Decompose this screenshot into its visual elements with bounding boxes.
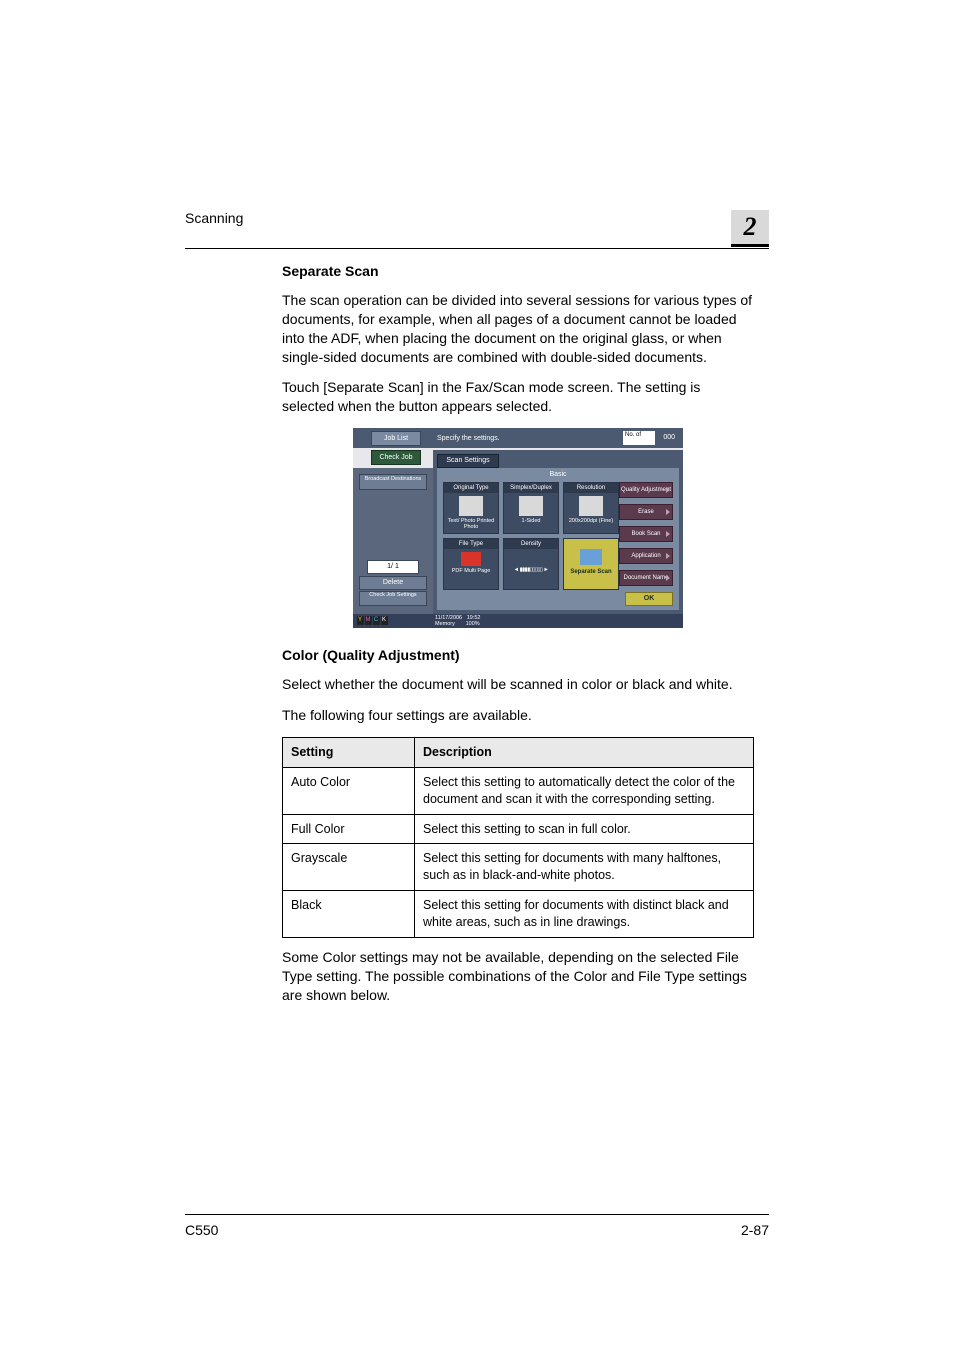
- cell-header: File Type: [444, 539, 498, 549]
- cell-header: Simplex/Duplex: [504, 483, 558, 493]
- density-button[interactable]: Density ◄ ▮▮▮▮▯▯▯▯▯ ►: [503, 538, 559, 590]
- page-indicator: 1/ 1: [367, 560, 419, 574]
- datetime-block: 11/17/2006 19:52 Memory 100%: [435, 615, 480, 627]
- setting-desc: Select this setting to scan in full colo…: [415, 814, 754, 844]
- resolution-icon: [579, 496, 603, 516]
- paragraph: Select whether the document will be scan…: [282, 675, 754, 694]
- memory-value: 100%: [466, 621, 480, 627]
- application-button[interactable]: Application: [619, 548, 673, 564]
- cell-caption: Text/ Photo Printed Photo: [444, 518, 498, 530]
- toner-indicators: YMCK: [357, 616, 389, 625]
- cell-caption: 200x200dpi (Fine): [564, 518, 618, 524]
- table-header-row: Setting Description: [283, 737, 754, 767]
- col-setting: Setting: [283, 737, 415, 767]
- copy-count-label: No. of: [623, 431, 655, 445]
- original-type-icon: [459, 496, 483, 516]
- scan-settings-tab[interactable]: Scan Settings: [437, 454, 499, 468]
- cell-caption: PDF Multi Page: [444, 568, 498, 574]
- copy-count-value: 000: [663, 433, 675, 442]
- book-scan-button[interactable]: Book Scan: [619, 526, 673, 542]
- job-list-button[interactable]: Job List: [371, 431, 421, 446]
- section-title-color: Color (Quality Adjustment): [282, 646, 754, 665]
- pdf-icon: [461, 552, 481, 566]
- separate-scan-icon: [580, 549, 602, 565]
- setting-name: Full Color: [283, 814, 415, 844]
- broadcast-dest-button[interactable]: Broadcast Destinations: [359, 474, 427, 490]
- erase-button[interactable]: Erase: [619, 504, 673, 520]
- memory-label: Memory: [435, 621, 455, 627]
- footer-rule: [185, 1214, 769, 1215]
- cell-header: Resolution: [564, 483, 618, 493]
- cell-caption: Separate Scan: [564, 569, 618, 575]
- instruction-text: Specify the settings.: [437, 434, 500, 443]
- simplex-duplex-button[interactable]: Simplex/Duplex 1-Sided: [503, 482, 559, 534]
- shot-topbar: Job List Specify the settings. No. of 00…: [353, 428, 683, 448]
- footer-page: 2-87: [741, 1222, 769, 1238]
- settings-grid: Original Type Text/ Photo Printed Photo …: [443, 482, 615, 604]
- check-settings-button[interactable]: Check Job Settings: [359, 591, 427, 606]
- setting-name: Grayscale: [283, 844, 415, 891]
- chapter-number: 2: [731, 210, 769, 247]
- resolution-button[interactable]: Resolution 200x200dpi (Fine): [563, 482, 619, 534]
- paragraph: The following four settings are availabl…: [282, 706, 754, 725]
- settings-plate: Basic Original Type Text/ Photo Printed …: [437, 468, 679, 610]
- paragraph: The scan operation can be divided into s…: [282, 291, 754, 367]
- toner-c-icon: C: [373, 616, 380, 625]
- cell-header: Original Type: [444, 483, 498, 493]
- setting-name: Auto Color: [283, 767, 415, 814]
- quality-adjustment-button[interactable]: Quality Adjustment: [619, 482, 673, 498]
- paragraph: Some Color settings may not be available…: [282, 948, 754, 1005]
- table-row: Full Color Select this setting to scan i…: [283, 814, 754, 844]
- density-scale: ◄ ▮▮▮▮▯▯▯▯▯ ►: [504, 567, 558, 573]
- toner-m-icon: M: [365, 616, 372, 625]
- shot-right-panel: Scan Settings Basic Original Type Text/ …: [433, 450, 683, 614]
- cell-caption: 1-Sided: [504, 518, 558, 524]
- section-title-separate-scan: Separate Scan: [282, 262, 754, 281]
- table-row: Black Select this setting for documents …: [283, 891, 754, 938]
- shot-status-bar: YMCK 11/17/2006 19:52 Memory 100%: [353, 614, 683, 628]
- table-row: Auto Color Select this setting to automa…: [283, 767, 754, 814]
- toner-k-icon: K: [381, 616, 388, 625]
- shot-left-panel: Broadcast Destinations 1/ 1 Delete Check…: [353, 468, 433, 614]
- file-type-button[interactable]: File Type PDF Multi Page: [443, 538, 499, 590]
- separate-scan-button[interactable]: Separate Scan: [563, 538, 619, 590]
- delete-button[interactable]: Delete: [359, 576, 427, 590]
- document-name-button[interactable]: Document Name: [619, 570, 673, 586]
- running-head: Scanning: [185, 210, 243, 226]
- setting-desc: Select this setting for documents with m…: [415, 844, 754, 891]
- side-buttons: Quality Adjustment Erase Book Scan Appli…: [619, 482, 673, 592]
- table-row: Grayscale Select this setting for docume…: [283, 844, 754, 891]
- device-screenshot: Job List Specify the settings. No. of 00…: [353, 428, 683, 628]
- col-description: Description: [415, 737, 754, 767]
- header-rule: [185, 248, 769, 249]
- setting-desc: Select this setting for documents with d…: [415, 891, 754, 938]
- color-settings-table: Setting Description Auto Color Select th…: [282, 737, 754, 938]
- footer-model: C550: [185, 1222, 218, 1238]
- original-type-button[interactable]: Original Type Text/ Photo Printed Photo: [443, 482, 499, 534]
- cell-header: Density: [504, 539, 558, 549]
- basic-label: Basic: [549, 470, 566, 479]
- check-job-button[interactable]: Check Job: [371, 450, 421, 465]
- toner-y-icon: Y: [357, 616, 364, 625]
- simplex-icon: [519, 496, 543, 516]
- setting-name: Black: [283, 891, 415, 938]
- setting-desc: Select this setting to automatically det…: [415, 767, 754, 814]
- paragraph: Touch [Separate Scan] in the Fax/Scan mo…: [282, 378, 754, 416]
- ok-button[interactable]: OK: [625, 592, 673, 606]
